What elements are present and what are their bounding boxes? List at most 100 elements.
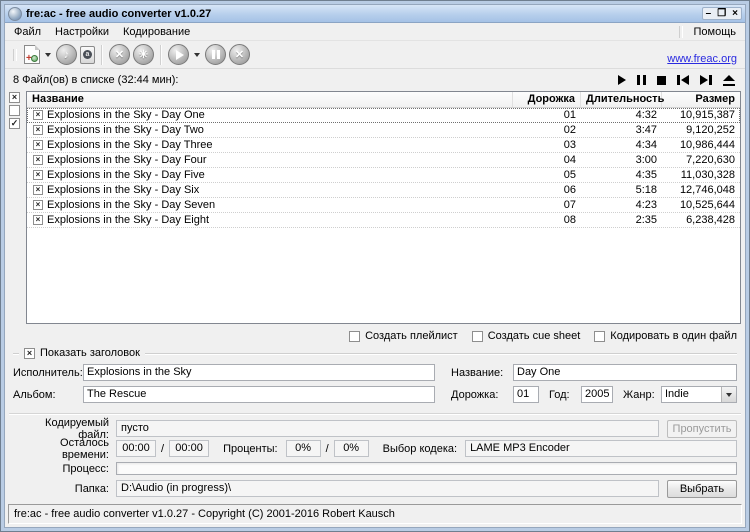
menu-file[interactable]: Файл: [7, 24, 48, 40]
single-file-option[interactable]: Кодировать в один файл: [594, 330, 737, 342]
track-checkbox[interactable]: ×: [33, 155, 43, 165]
select-none-checkbox[interactable]: [9, 105, 20, 116]
maximize-button[interactable]: ❐: [717, 8, 726, 19]
stop-track-icon[interactable]: [657, 75, 666, 85]
toggle-selection-checkbox[interactable]: ✓: [9, 118, 20, 129]
pause-icon[interactable]: [205, 44, 226, 65]
track-checkbox[interactable]: ×: [33, 185, 43, 195]
joblist-area: × ✓ Название Дорожка Длительность Размер…: [5, 91, 745, 326]
title-bar[interactable]: fre:ac - free audio converter v1.0.27 – …: [5, 5, 745, 23]
play-icon[interactable]: [168, 44, 189, 65]
create-cuesheet-checkbox[interactable]: [471, 330, 483, 342]
app-icon: [8, 6, 22, 21]
track-checkbox[interactable]: ×: [33, 110, 43, 120]
pause-track-icon[interactable]: [637, 75, 646, 85]
status-text: fre:ac - free audio converter v1.0.27 - …: [14, 508, 395, 520]
track-duration: 4:35: [635, 169, 657, 181]
track-title: Explosions in the Sky - Day Two: [47, 124, 204, 136]
joblist-row[interactable]: × Explosions in the Sky - Day Two 02 3:4…: [27, 123, 740, 138]
stop-icon[interactable]: ✕: [229, 44, 250, 65]
joblist: Название Дорожка Длительность Размер × E…: [26, 91, 741, 324]
minimize-button[interactable]: –: [706, 8, 712, 19]
show-tags-checkbox[interactable]: ×: [24, 347, 35, 359]
track-checkbox[interactable]: ×: [33, 125, 43, 135]
output-options: Создать плейлист Создать cue sheet Кодир…: [5, 326, 745, 346]
year-label: Год:: [549, 388, 570, 401]
next-track-icon[interactable]: [700, 75, 712, 85]
track-number: 08: [563, 214, 576, 226]
column-size[interactable]: Размер: [662, 92, 740, 107]
single-file-checkbox[interactable]: [594, 330, 606, 342]
output-folder-field[interactable]: D:\Audio (in progress)\: [116, 480, 659, 497]
genre-value: Indie: [665, 388, 689, 400]
add-files-icon[interactable]: +: [24, 45, 40, 64]
music-note-icon[interactable]: ♪: [56, 44, 77, 65]
genre-dropdown-button[interactable]: [721, 387, 736, 402]
year-field[interactable]: 2005: [581, 386, 613, 403]
previous-track-icon[interactable]: [677, 75, 689, 85]
menu-settings[interactable]: Настройки: [48, 24, 116, 40]
transport-controls: [618, 74, 735, 86]
track-size: 10,525,644: [679, 199, 735, 211]
track-number: 06: [563, 184, 576, 196]
close-button[interactable]: ×: [732, 8, 738, 19]
joblist-header: Название Дорожка Длительность Размер: [27, 92, 740, 108]
joblist-row[interactable]: × Explosions in the Sky - Day Seven 07 4…: [27, 198, 740, 213]
track-duration: 3:47: [635, 124, 657, 136]
joblist-row[interactable]: × Explosions in the Sky - Day Three 03 4…: [27, 138, 740, 153]
column-duration[interactable]: Длительность: [581, 92, 664, 107]
codec-label: Выбор кодека:: [382, 442, 458, 455]
track-checkbox[interactable]: ×: [33, 140, 43, 150]
track-number: 05: [563, 169, 576, 181]
tag-editor: × Показать заголовок Исполнитель: Explos…: [5, 346, 745, 412]
genre-combobox[interactable]: Indie: [661, 386, 737, 403]
cd-case-icon[interactable]: a: [80, 45, 95, 64]
select-all-checkbox[interactable]: ×: [9, 92, 20, 103]
column-title[interactable]: Название: [27, 92, 513, 107]
percent-label: Проценты:: [223, 442, 278, 455]
track-checkbox[interactable]: ×: [33, 215, 43, 225]
track-number: 02: [563, 124, 576, 136]
menu-encoding[interactable]: Кодирование: [116, 24, 197, 40]
joblist-row[interactable]: × Explosions in the Sky - Day Six 06 5:1…: [27, 183, 740, 198]
joblist-row[interactable]: × Explosions in the Sky - Day One 01 4:3…: [27, 108, 740, 123]
track-field[interactable]: 01: [513, 386, 539, 403]
track-number: 04: [563, 154, 576, 166]
track-size: 12,746,048: [679, 184, 735, 196]
track-checkbox[interactable]: ×: [33, 200, 43, 210]
track-checkbox[interactable]: ×: [33, 170, 43, 180]
create-cuesheet-option[interactable]: Создать cue sheet: [471, 330, 580, 342]
artist-field[interactable]: Explosions in the Sky: [83, 364, 435, 381]
create-playlist-option[interactable]: Создать плейлист: [349, 330, 458, 342]
eject-icon[interactable]: [723, 74, 735, 86]
track-title: Explosions in the Sky - Day One: [47, 109, 205, 121]
freac-website-link[interactable]: www.freac.org: [667, 53, 737, 65]
browse-button[interactable]: Выбрать: [667, 479, 737, 498]
window-title: fre:ac - free audio converter v1.0.27: [26, 7, 212, 20]
gear-icon[interactable]: ✳: [133, 44, 154, 65]
song-title-field[interactable]: Day One: [513, 364, 737, 381]
add-files-dropdown-icon[interactable]: [45, 52, 51, 57]
tools-icon[interactable]: ✕: [109, 44, 130, 65]
skip-button[interactable]: Пропустить: [667, 419, 737, 438]
progress-label: Процесс:: [62, 462, 110, 475]
codec-field[interactable]: LAME MP3 Encoder: [465, 440, 737, 457]
joblist-row[interactable]: × Explosions in the Sky - Day Four 04 3:…: [27, 153, 740, 168]
track-size: 10,986,444: [679, 139, 735, 151]
track-size: 11,030,328: [680, 169, 735, 181]
play-track-icon[interactable]: [618, 75, 626, 85]
toolbar-separator: [160, 44, 162, 65]
track-duration: 3:00: [635, 154, 657, 166]
play-dropdown-icon[interactable]: [194, 52, 200, 57]
track-number: 03: [563, 139, 576, 151]
percent-track-field: 0%: [285, 440, 321, 457]
track-number: 01: [563, 109, 576, 121]
create-playlist-checkbox[interactable]: [349, 330, 361, 342]
joblist-row[interactable]: × Explosions in the Sky - Day Five 05 4:…: [27, 168, 740, 183]
toolbar-separator: [101, 44, 103, 65]
menu-help[interactable]: Помощь: [687, 24, 744, 40]
album-field[interactable]: The Rescue: [83, 386, 435, 403]
joblist-row[interactable]: × Explosions in the Sky - Day Eight 08 2…: [27, 213, 740, 228]
window-controls: – ❐ ×: [701, 7, 742, 20]
column-track[interactable]: Дорожка: [513, 92, 581, 107]
